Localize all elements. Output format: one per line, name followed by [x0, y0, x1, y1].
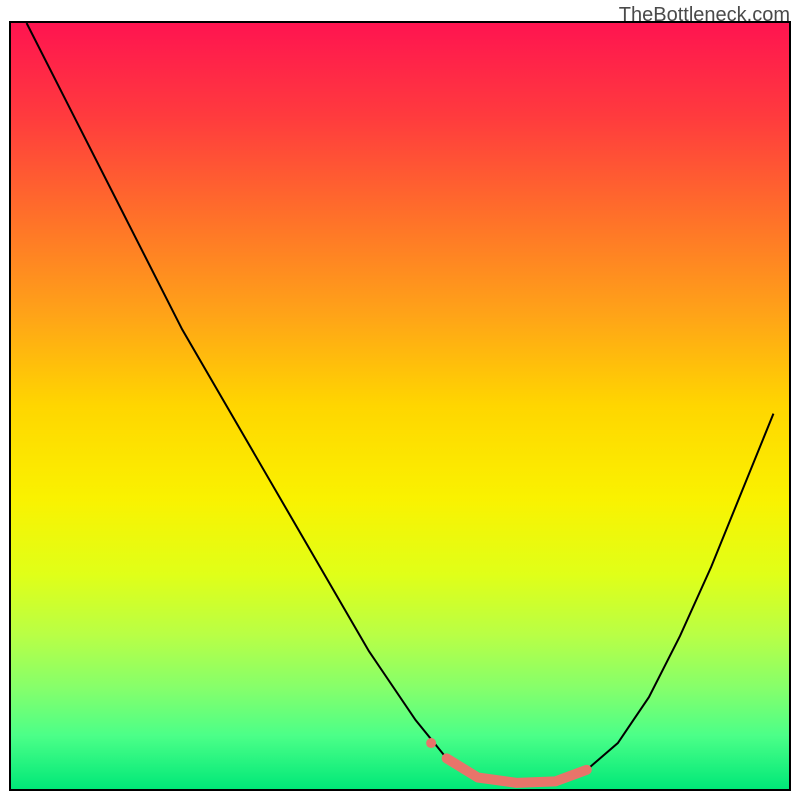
watermark-text: TheBottleneck.com — [619, 4, 790, 27]
bottleneck-chart — [0, 0, 800, 800]
optimal-marker-dot — [426, 738, 436, 748]
gradient-background — [11, 23, 789, 789]
